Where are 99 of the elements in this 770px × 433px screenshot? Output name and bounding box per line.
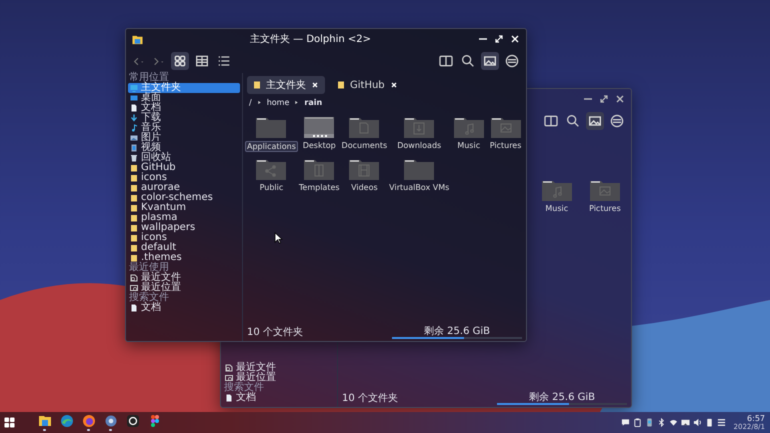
- battery-icon[interactable]: [704, 418, 714, 427]
- folder-name: Desktop: [302, 141, 337, 150]
- sidebar-item[interactable]: default: [128, 243, 240, 253]
- folder-name: Pictures: [488, 141, 522, 150]
- globe-icon: [60, 414, 74, 428]
- recent-file-icon: [130, 274, 138, 282]
- folder-name: Templates: [298, 183, 341, 192]
- folder-name: VirtualBox VMs: [388, 183, 450, 192]
- sidebar-item[interactable]: 最近位置: [128, 283, 240, 293]
- folder-icon: [38, 414, 52, 428]
- running-indicator: [87, 429, 90, 431]
- sidebar-section-header: 最近使用: [128, 263, 169, 273]
- sidebar-item[interactable]: 主文件夹: [128, 83, 240, 93]
- sidebar-item[interactable]: icons: [128, 233, 240, 243]
- maximize-icon[interactable]: [599, 94, 609, 104]
- image-preview-icon[interactable]: [481, 52, 499, 70]
- menu-icon[interactable]: [608, 112, 626, 130]
- phone-connect-icon[interactable]: [644, 418, 654, 427]
- download-icon: [130, 114, 138, 122]
- breadcrumb-item[interactable]: /: [249, 98, 252, 107]
- sidebar-item[interactable]: 最近位置: [223, 373, 335, 383]
- breadcrumb-item[interactable]: home: [266, 98, 290, 107]
- folder-icon: [253, 81, 261, 89]
- sidebar-section-header: 搜索文件: [128, 293, 170, 303]
- folder-name: Documents: [340, 141, 388, 150]
- sidebar-item[interactable]: 图片: [128, 133, 240, 143]
- running-indicator: [43, 429, 46, 431]
- folder-name: Applications: [245, 141, 298, 152]
- document-icon: [130, 104, 138, 112]
- running-indicator: [109, 429, 112, 431]
- sidebar-item[interactable]: .themes: [128, 253, 240, 263]
- folder-icon: [132, 34, 143, 44]
- fox-globe-icon: [82, 414, 96, 428]
- sidebar-item[interactable]: 音乐: [128, 123, 240, 133]
- music-icon: [130, 124, 138, 132]
- folder-name: Public: [258, 183, 284, 192]
- sidebar-item[interactable]: plasma: [128, 213, 240, 223]
- recent-place-icon: [130, 284, 138, 292]
- image-icon: [130, 134, 138, 142]
- recent-place-icon: [225, 374, 233, 382]
- chevron-right-icon: [256, 100, 262, 105]
- sidebar-item[interactable]: 文档: [128, 303, 240, 313]
- sidebar-section-header: 搜索文件: [223, 383, 265, 393]
- sidebar-item[interactable]: Kvantum: [128, 203, 240, 213]
- sidebar-item[interactable]: 最近文件: [128, 273, 240, 283]
- status-text: 10 个文件夹: [342, 392, 398, 405]
- taskbar-app-button[interactable]: [37, 414, 52, 431]
- icons-view-icon[interactable]: [171, 52, 189, 70]
- folder-icon[interactable]: [304, 116, 334, 138]
- chevron-right-icon: [294, 100, 300, 105]
- sidebar-section-header: 常用位置: [128, 73, 169, 83]
- folder-name: Pictures: [588, 204, 622, 213]
- desktop-icon: [130, 94, 138, 102]
- chat-bubble-icon[interactable]: [620, 418, 630, 427]
- folder-name: Videos: [350, 183, 379, 192]
- bluetooth-icon[interactable]: [656, 418, 666, 427]
- sidebar-item[interactable]: 文档: [223, 393, 335, 403]
- free-space-text: 剩余 25.6 GiB: [424, 326, 490, 336]
- sidebar-item[interactable]: 最近文件: [223, 363, 335, 373]
- tab[interactable]: GitHub: [331, 76, 404, 94]
- free-space-text: 剩余 25.6 GiB: [528, 392, 595, 402]
- home-icon: [130, 84, 138, 92]
- folder-name: Music: [456, 141, 482, 150]
- folder-name: Music: [544, 204, 570, 213]
- image-preview-icon[interactable]: [586, 112, 604, 130]
- sidebar-item[interactable]: 视频: [128, 143, 240, 153]
- settings-icon: [104, 414, 118, 428]
- taskbar-app-button[interactable]: [103, 414, 118, 431]
- breadcrumb-item[interactable]: rain: [304, 98, 322, 107]
- menu-icon[interactable]: [503, 52, 521, 70]
- menu-icon[interactable]: [716, 418, 726, 427]
- document-icon: [130, 304, 138, 312]
- status-text: 10 个文件夹: [247, 326, 303, 339]
- trash-icon: [130, 154, 138, 162]
- sidebar-item[interactable]: wallpapers: [128, 223, 240, 233]
- folder-icon: [337, 81, 345, 89]
- sidebar-item[interactable]: 回收站: [128, 153, 240, 163]
- window-title: 主文件夹 — Dolphin <2>: [248, 32, 372, 46]
- tab[interactable]: 主文件夹: [247, 76, 325, 94]
- sidebar-item[interactable]: 文档: [128, 103, 240, 113]
- display-icon[interactable]: [680, 418, 690, 427]
- recent-file-icon: [225, 364, 233, 372]
- clipboard-icon[interactable]: [632, 418, 642, 427]
- sidebar-item[interactable]: color-schemes: [128, 193, 240, 203]
- folder-name: Downloads: [396, 141, 442, 150]
- sidebar-item[interactable]: 桌面: [128, 93, 240, 103]
- cursor-icon: [274, 232, 283, 244]
- video-icon: [130, 144, 138, 152]
- sidebar-item[interactable]: 下载: [128, 113, 240, 123]
- wifi-icon[interactable]: [668, 418, 678, 427]
- cat-logo-icon: [126, 414, 140, 428]
- start-menu-icon[interactable]: [4, 417, 15, 428]
- sidebar-item[interactable]: GitHub: [128, 163, 240, 173]
- document-icon: [225, 394, 233, 402]
- close-icon[interactable]: [615, 94, 625, 104]
- sidebar-item[interactable]: icons: [128, 173, 240, 183]
- volume-icon[interactable]: [692, 418, 702, 427]
- clock-time: 6:57: [747, 414, 765, 422]
- sidebar-item[interactable]: aurorae: [128, 183, 240, 193]
